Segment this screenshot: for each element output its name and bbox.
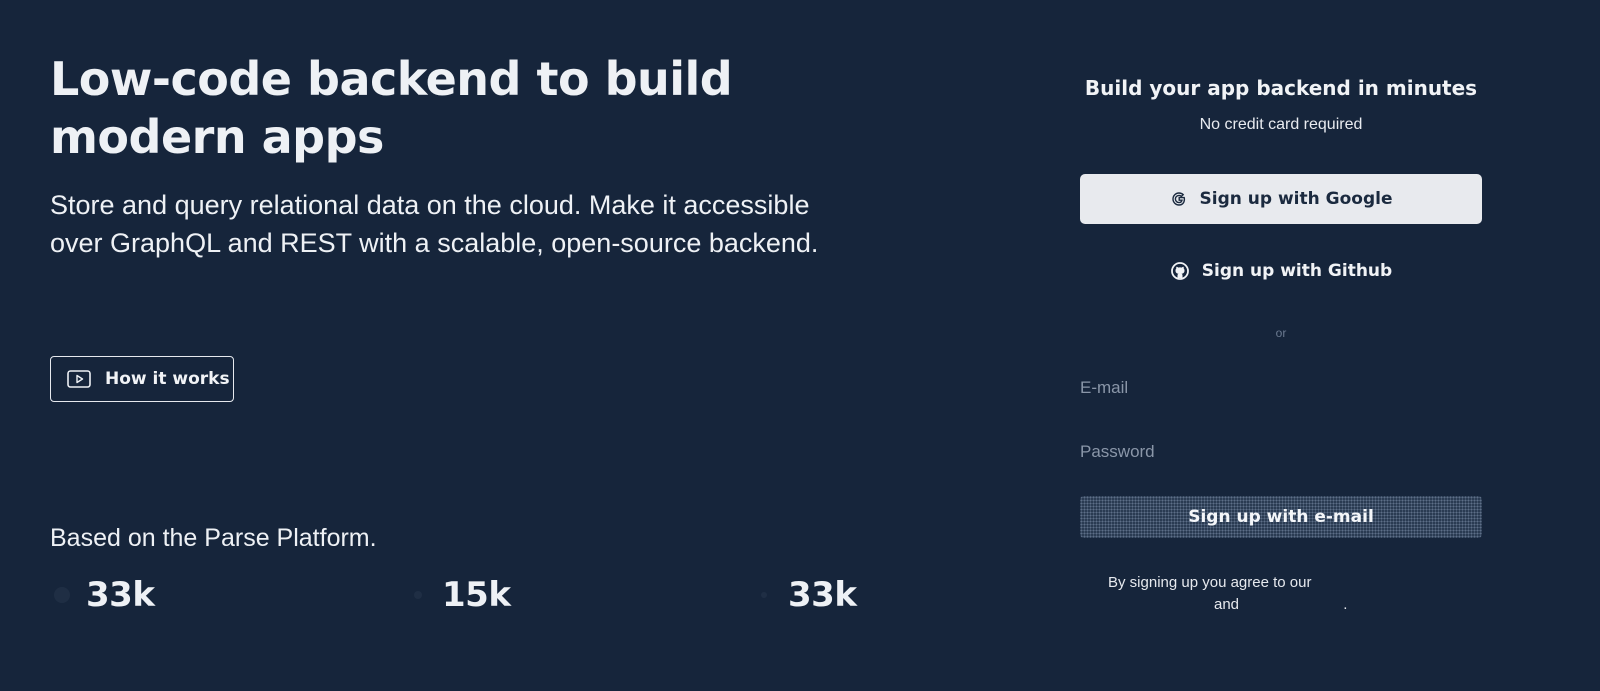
how-it-works-button[interactable]: How it works [50, 356, 234, 402]
stats-row: 33k 15k 33k [50, 575, 890, 619]
hero-subtitle: Store and query relational data on the c… [50, 190, 819, 258]
hero-title: Low-code backend to build modern apps [50, 52, 733, 164]
legal-line: and . [1108, 594, 1482, 616]
stat-value: 15k [442, 575, 511, 615]
password-field[interactable] [1080, 430, 1482, 474]
stat-item: 15k [406, 575, 511, 615]
legal-text: By signing up you agree to our and . [1080, 572, 1482, 616]
github-signup-button[interactable]: Sign up with Github [1080, 246, 1482, 296]
google-signup-button[interactable]: Sign up with Google [1080, 174, 1482, 224]
email-signup-label: Sign up with e-mail [1188, 507, 1374, 527]
github-signup-label: Sign up with Github [1201, 261, 1393, 281]
signup-card: Build your app backend in minutes No cre… [1080, 70, 1482, 616]
legal-link[interactable] [1243, 596, 1343, 613]
google-signup-label: Sign up with Google [1199, 189, 1393, 209]
stat-value: 33k [86, 575, 155, 615]
how-it-works-label: How it works [105, 369, 230, 389]
stat-icon [752, 583, 776, 607]
stat-item: 33k [50, 575, 155, 615]
signup-title: Build your app backend in minutes [1084, 76, 1478, 100]
or-divider: or [1275, 326, 1287, 340]
stat-item: 33k [752, 575, 857, 615]
email-field[interactable] [1080, 366, 1482, 410]
stat-icon [50, 583, 74, 607]
hero-section: Low-code backend to build modern apps St… [50, 50, 870, 615]
signup-subtitle: No credit card required [1199, 116, 1363, 133]
stat-icon [406, 583, 430, 607]
google-icon [1170, 190, 1188, 208]
stat-value: 33k [788, 575, 857, 615]
based-on-text: Based on the Parse Platform. [50, 524, 377, 552]
play-icon [67, 370, 91, 388]
legal-period: . [1343, 596, 1348, 613]
email-signup-button[interactable]: Sign up with e-mail [1080, 496, 1482, 538]
github-icon [1170, 261, 1190, 281]
legal-line: By signing up you agree to our [1108, 574, 1312, 591]
legal-and: and [1214, 596, 1240, 613]
